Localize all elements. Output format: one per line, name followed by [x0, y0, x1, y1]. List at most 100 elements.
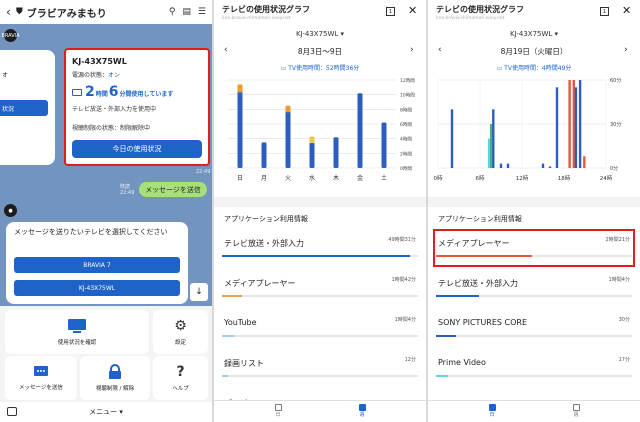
tab-label: 週	[359, 412, 365, 418]
hour-bar	[568, 80, 571, 168]
usage-bar	[436, 375, 448, 377]
menu-help[interactable]: ? ヘルプ	[153, 356, 208, 400]
tv-usage-value: TV使用時間：4時間49分	[504, 65, 572, 72]
section-title: アプリケーション利用情報	[438, 215, 522, 223]
select-question: メッセージを送りたいテレビを選択してください	[14, 228, 168, 236]
page-url: line.bravia-mimamori.sony.net	[436, 16, 505, 21]
app-usage-row[interactable]: YouTube 1時間4分	[222, 308, 418, 348]
x-tick-label: 日	[237, 175, 243, 182]
search-icon[interactable]: ⚲	[169, 7, 176, 17]
tab-day[interactable]: 日	[480, 403, 504, 418]
close-icon[interactable]: ✕	[408, 4, 417, 17]
hour-bar	[574, 87, 578, 168]
usage-bar	[436, 295, 480, 297]
menu-send-message[interactable]: メッセージを送信	[5, 356, 77, 400]
menu-label: ヘルプ	[172, 386, 189, 392]
minutes-value: 6	[108, 84, 119, 100]
section-title: アプリケーション利用情報	[224, 215, 308, 223]
menu-icon[interactable]: ☰	[198, 7, 206, 17]
bottom-tabs: 日 週	[428, 400, 640, 422]
app-time: 17分	[618, 357, 630, 363]
chat-title: ブラビアみまもり	[26, 8, 107, 20]
app-usage-row[interactable]: SONY PICTURES CORE 30分	[436, 308, 632, 348]
app-name: 録画リスト	[224, 359, 264, 368]
tv-icon	[68, 319, 86, 333]
model-select[interactable]: KJ-43X75WL ▾	[214, 30, 426, 38]
week-bar-segment	[309, 136, 315, 144]
minutes-unit: 分間使用しています	[119, 91, 174, 98]
y-tick-label: 0分	[610, 165, 618, 172]
tv-option-button[interactable]: KJ-43X75WL	[14, 280, 180, 296]
close-icon[interactable]: ✕	[622, 4, 631, 17]
hour-bar	[492, 109, 495, 168]
page-url: line.bravia-mimamori.sony.net	[222, 16, 291, 21]
tab-count-icon[interactable]: 1	[386, 7, 395, 16]
y-tick-label: 12時間	[400, 78, 415, 84]
line-chat-panel: ‹ ⛊ ブラビアみまもり ⚲ ▤ ☰ BRAVIA オ 状況 KJ-43X75W…	[0, 0, 212, 422]
tab-week[interactable]: 週	[350, 403, 374, 418]
scroll-down-icon[interactable]: ↓	[190, 283, 208, 301]
x-tick-label: 木	[333, 174, 339, 182]
app-time: 1時間4分	[394, 317, 416, 323]
hour-bar	[541, 163, 545, 168]
tab-count-icon[interactable]: 1	[600, 7, 609, 16]
back-icon[interactable]: ‹	[6, 5, 16, 19]
select-tv-card: メッセージを送りたいテレビを選択してください BRAVIA 7 KJ-43X75…	[6, 222, 188, 304]
x-tick-label: 土	[381, 174, 387, 182]
week-bar-segment	[237, 84, 243, 93]
tv-icon	[72, 89, 82, 96]
date-range: 8月3日〜9日	[297, 47, 343, 56]
hour-bar	[548, 166, 552, 168]
usage-track	[222, 375, 418, 377]
usage-bar	[222, 295, 242, 297]
graph-header: テレビの使用状況グラフ line.bravia-mimamori.sony.ne…	[428, 0, 640, 28]
menu-toggle-bar[interactable]: メニュー ▾	[0, 402, 212, 422]
menu-settings[interactable]: ⚙ 設定	[153, 310, 208, 354]
menu-usage[interactable]: 使用状況を確認	[5, 310, 149, 354]
x-tick-label: 18時	[558, 174, 571, 182]
y-tick-label: 6時間	[400, 122, 412, 128]
usage-track	[222, 255, 418, 257]
menu-restriction[interactable]: 視聴制限 / 解除	[80, 356, 150, 400]
app-name: メディアプレーヤー	[224, 279, 296, 288]
tab-day[interactable]: 日	[266, 403, 290, 418]
app-time: 49時間31分	[388, 237, 416, 243]
model-select[interactable]: KJ-43X75WL ▾	[428, 30, 640, 38]
keyboard-icon[interactable]	[7, 407, 17, 416]
next-arrow-icon[interactable]: ›	[624, 45, 628, 55]
gear-icon: ⚙	[174, 318, 187, 334]
x-tick-label: 火	[285, 175, 291, 182]
highlight-box	[433, 229, 635, 267]
app-usage-row[interactable]: Prime Video 17分	[436, 348, 632, 388]
y-tick-label: 0時間	[400, 166, 412, 172]
app-time: 1時間4分	[608, 277, 630, 283]
next-arrow-icon[interactable]: ›	[410, 45, 414, 55]
timestamp: 22:49	[196, 169, 211, 175]
daily-bar-chart: 0分 30分 60分 0時 6時 12時 18時 24時	[434, 77, 622, 182]
tab-week[interactable]: 週	[564, 403, 588, 418]
week-bar	[237, 91, 243, 168]
today-usage-button[interactable]: 今日の使用状況	[72, 140, 202, 158]
app-usage-row[interactable]: テレビ放送・外部入力 1時間4分	[436, 268, 632, 308]
week-bar	[333, 137, 339, 168]
power-value: オン	[108, 72, 121, 79]
previous-card-button[interactable]: 状況	[0, 100, 48, 116]
app-usage-row[interactable]: テレビ放送・外部入力 49時間31分	[222, 228, 418, 268]
avatar: BRAVIA	[1, 29, 20, 42]
hour-bar	[487, 138, 491, 168]
notes-icon[interactable]: ▤	[182, 7, 191, 17]
hour-bar	[499, 163, 503, 168]
menu-label: 視聴制限 / 解除	[95, 386, 135, 392]
app-usage-row[interactable]: メディアプレーヤー 1時間42分	[222, 268, 418, 308]
calendar-icon	[274, 404, 282, 411]
y-tick-label: 4時間	[400, 137, 412, 143]
app-time: 30分	[618, 317, 630, 323]
week-bar	[357, 93, 363, 168]
app-usage-row[interactable]: 録画リスト 12分	[222, 348, 418, 388]
x-tick-label: 6時	[476, 174, 485, 182]
tab-label: 日	[275, 412, 281, 418]
tv-option-button[interactable]: BRAVIA 7	[14, 257, 180, 273]
x-tick-label: 24時	[600, 174, 613, 182]
menu-label: メッセージを送信	[19, 385, 63, 391]
usage-track	[222, 295, 418, 297]
